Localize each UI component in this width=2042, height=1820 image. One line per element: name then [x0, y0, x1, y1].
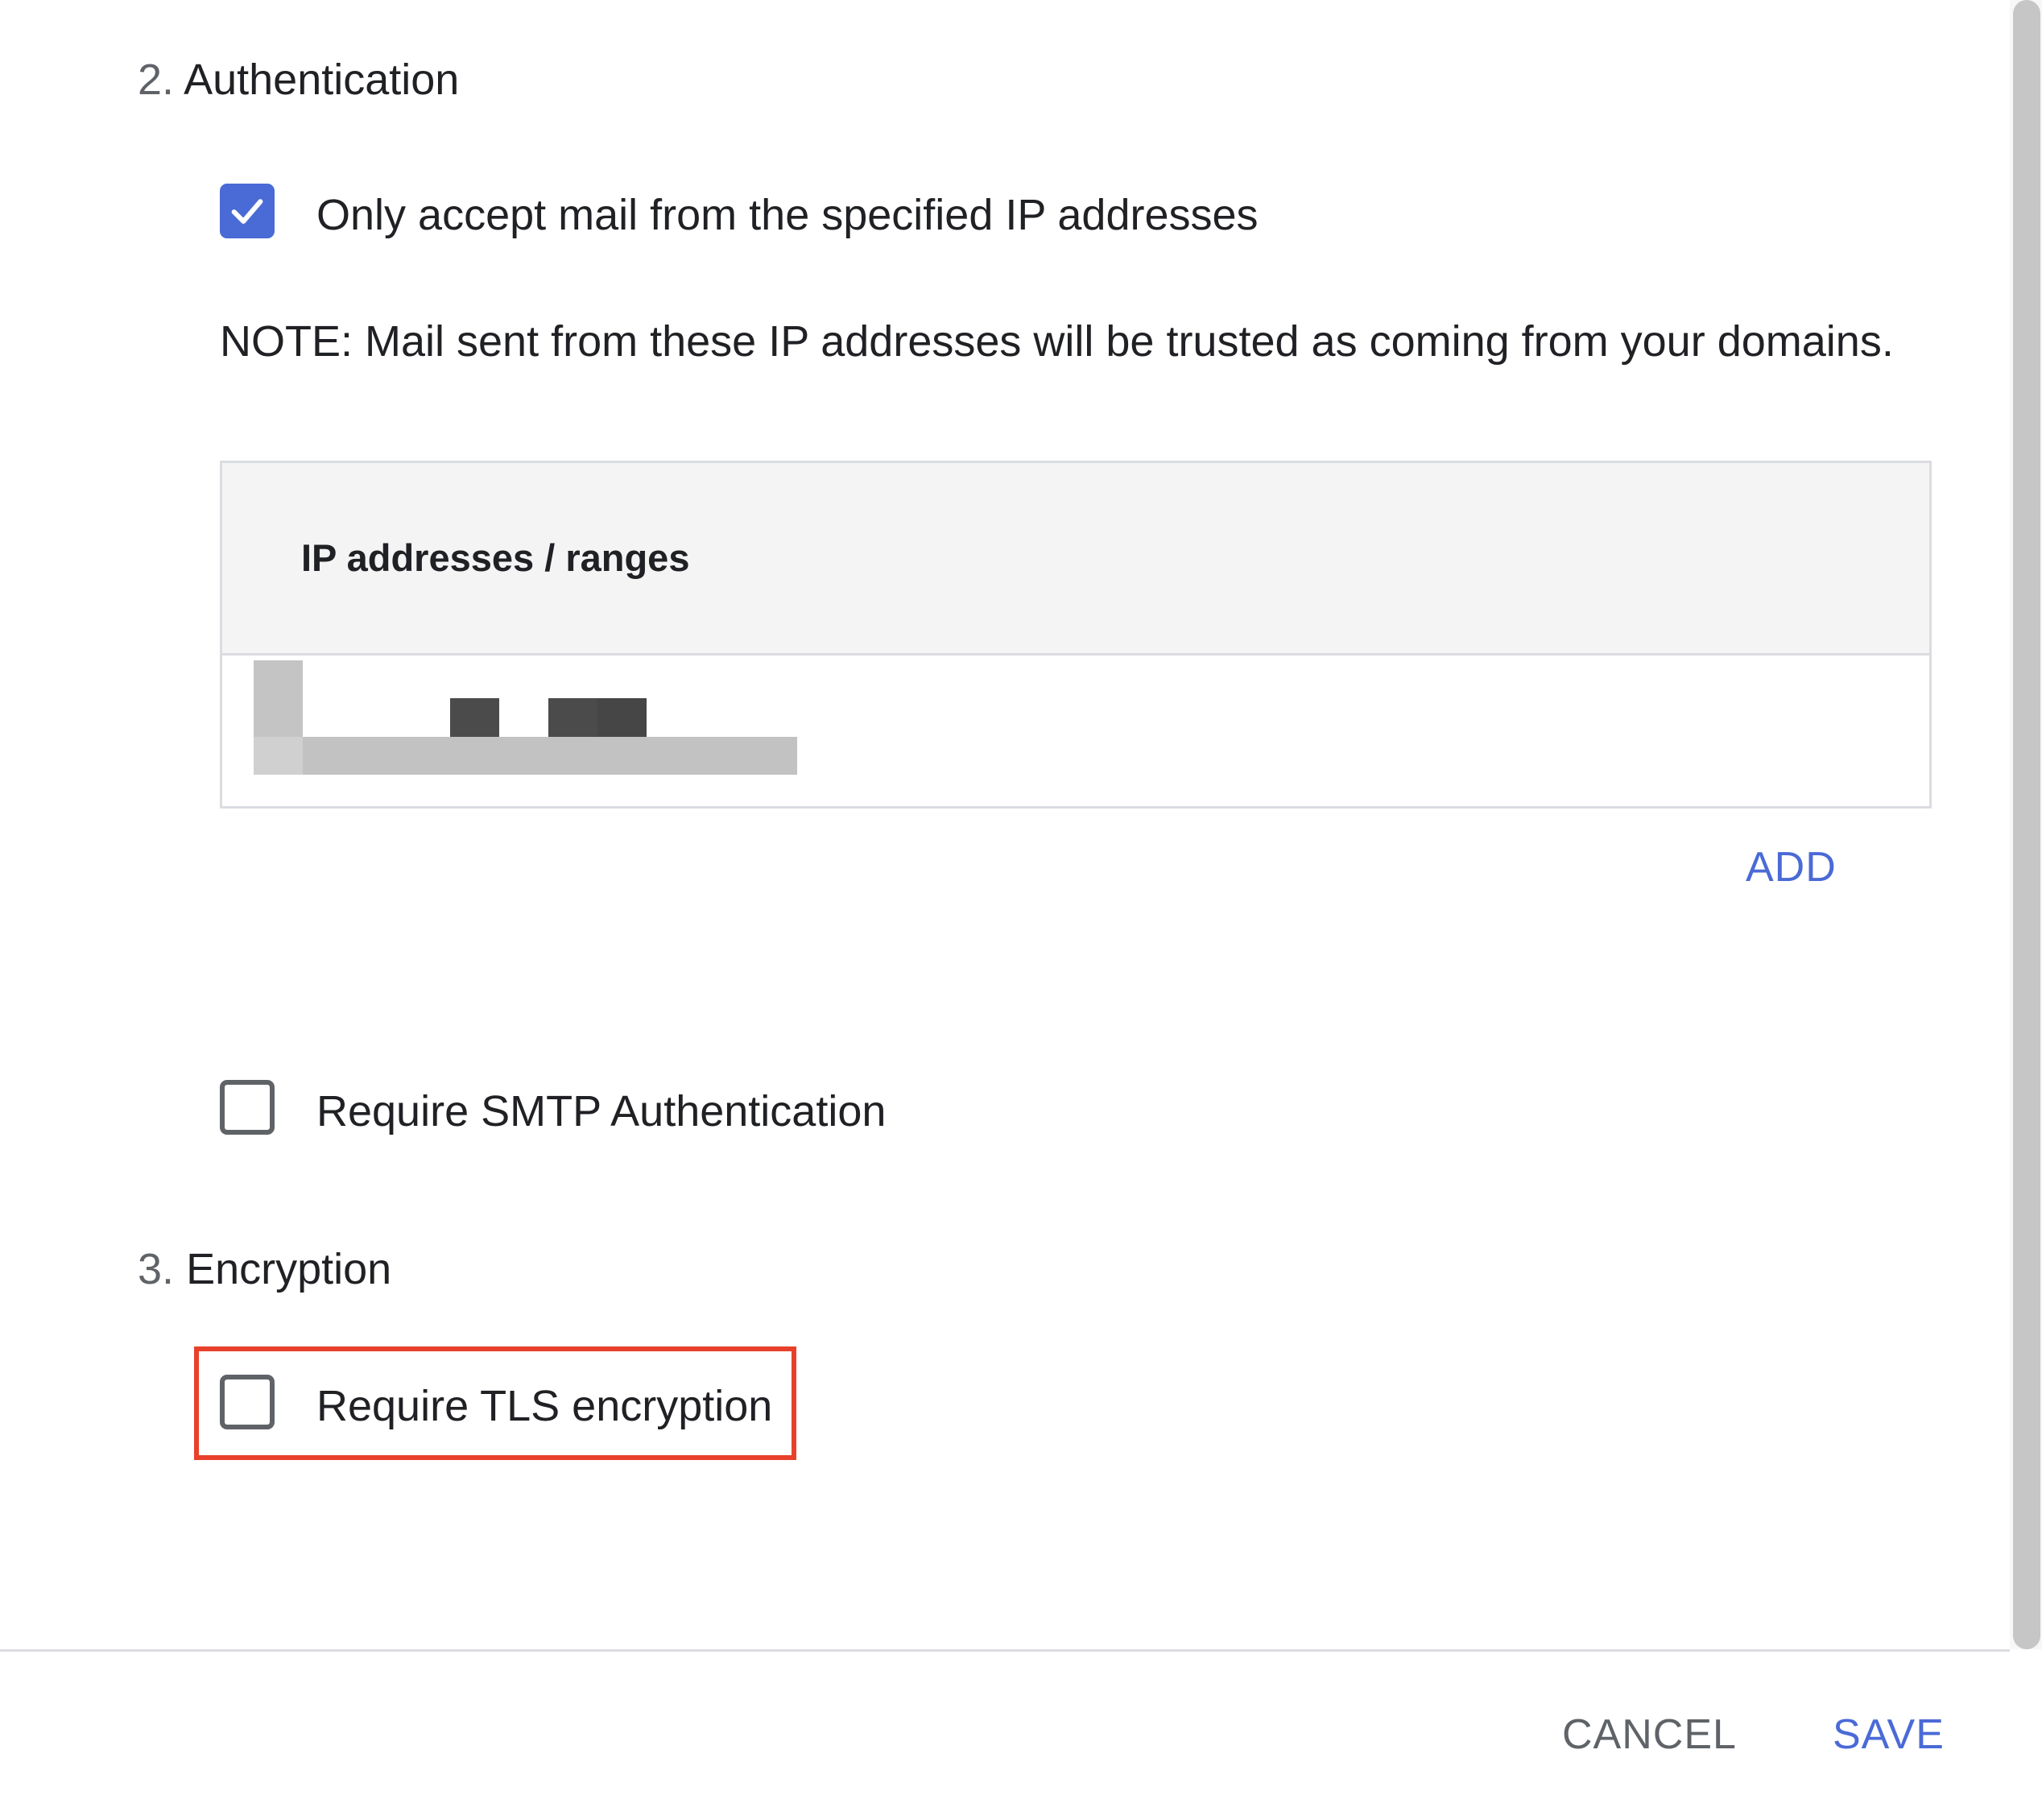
- section-title-text: Authentication: [184, 56, 460, 104]
- smtp-auth-label: Require SMTP Authentication: [316, 1087, 887, 1135]
- add-ip-button[interactable]: ADD: [1746, 846, 1837, 888]
- section-title-text: Encryption: [186, 1245, 392, 1293]
- ip-trust-note: NOTE: Mail sent from these IP addresses …: [220, 317, 1894, 366]
- section-number: 2.: [138, 56, 175, 104]
- save-button[interactable]: SAVE: [1833, 1714, 1945, 1756]
- table-row[interactable]: [222, 656, 1929, 806]
- table-header-label: IP addresses / ranges: [301, 536, 690, 579]
- footer-divider: [0, 1649, 2010, 1652]
- cancel-button[interactable]: CANCEL: [1562, 1714, 1737, 1756]
- encryption-section-title: 3. Encryption: [138, 1247, 391, 1291]
- smtp-auth-checkbox[interactable]: [220, 1080, 275, 1135]
- checkmark-icon: [231, 199, 263, 224]
- authentication-section-title: 2. Authentication: [138, 58, 459, 101]
- ip-addresses-table: IP addresses / ranges: [220, 461, 1932, 809]
- section-number: 3.: [138, 1245, 175, 1293]
- highlight-annotation: [194, 1346, 796, 1460]
- scrollbar-thumb[interactable]: [2013, 0, 2040, 1649]
- ip-only-checkbox[interactable]: [220, 184, 275, 238]
- ip-only-label: Only accept mail from the specified IP a…: [316, 191, 1259, 239]
- redacted-ip-value: [254, 660, 797, 783]
- table-header: IP addresses / ranges: [222, 463, 1929, 656]
